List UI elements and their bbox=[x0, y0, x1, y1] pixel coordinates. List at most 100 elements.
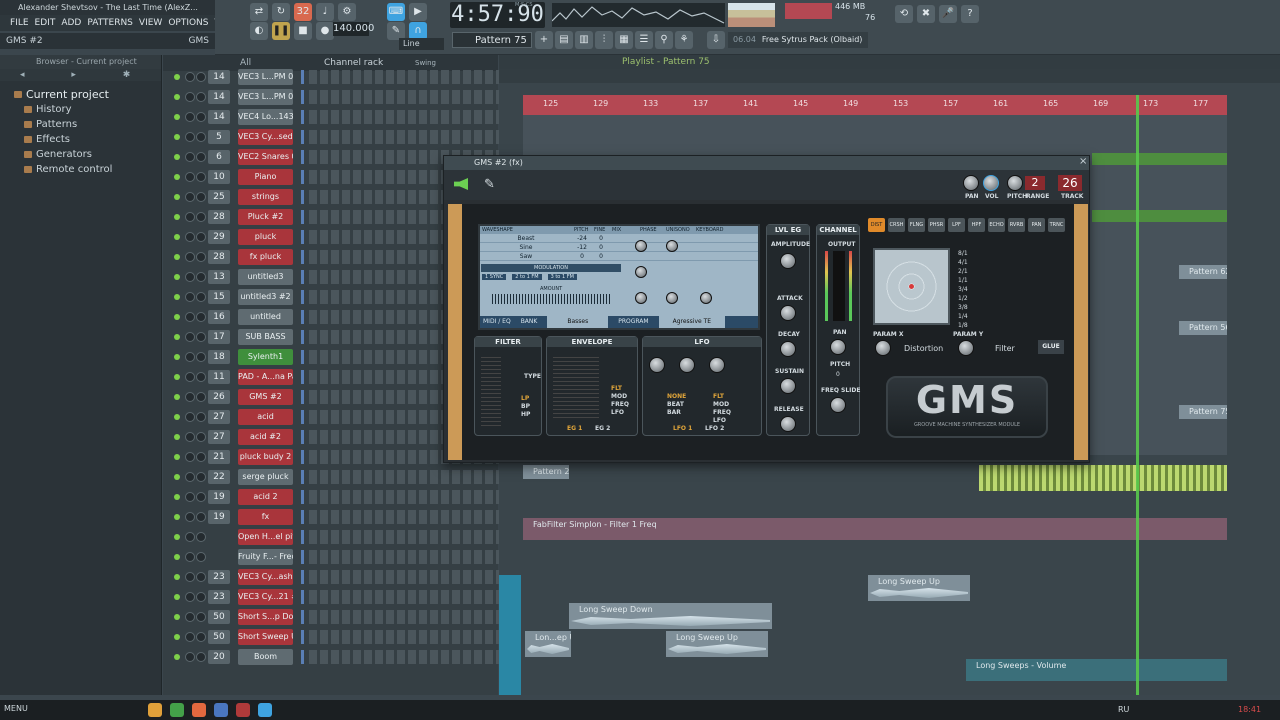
channel-select-bar[interactable] bbox=[301, 550, 304, 564]
channel-step-sequencer[interactable] bbox=[309, 650, 499, 664]
channel-volume-knob[interactable] bbox=[196, 212, 206, 222]
download-icon[interactable]: ⇩ bbox=[707, 31, 725, 49]
channel-row[interactable]: 20 Boom bbox=[163, 647, 499, 667]
channel-name-button[interactable]: VEC4 Lo...143 #2 bbox=[238, 109, 293, 125]
channel-mute-led[interactable] bbox=[174, 314, 180, 320]
online-icon[interactable]: ⟲ bbox=[895, 5, 913, 23]
channel-mute-led[interactable] bbox=[174, 594, 180, 600]
channel-select-bar[interactable] bbox=[301, 310, 304, 324]
fx-x-value[interactable]: Distortion bbox=[904, 344, 943, 353]
channel-volume-knob[interactable] bbox=[196, 272, 206, 282]
pattern-num-badge[interactable]: 32 bbox=[294, 3, 312, 21]
channel-volume-knob[interactable] bbox=[196, 532, 206, 542]
channel-name-button[interactable]: serge pluck bbox=[238, 469, 293, 485]
fx-tab-rvrb[interactable]: RVRB bbox=[1008, 218, 1025, 232]
osc-fine[interactable]: 0 bbox=[592, 243, 610, 251]
channel-row[interactable]: 50 Short S...p Down bbox=[163, 607, 499, 627]
fx-tab-trnc[interactable]: TRNC bbox=[1048, 218, 1065, 232]
channel-name-button[interactable]: VEC3 Cy...sed 33 bbox=[238, 129, 293, 145]
fx-tab-lpf[interactable]: LPF bbox=[948, 218, 965, 232]
channel-name-button[interactable]: pluck bbox=[238, 229, 293, 245]
channel-pan-knob[interactable] bbox=[185, 112, 195, 122]
channel-pan-knob[interactable] bbox=[185, 212, 195, 222]
channel-mixer-track[interactable]: 10 bbox=[208, 170, 230, 184]
sustain-knob[interactable] bbox=[780, 378, 796, 394]
channel-mixer-track[interactable]: 25 bbox=[208, 190, 230, 204]
tempo-display[interactable]: 140.000 bbox=[333, 22, 374, 36]
channel-row[interactable]: 50 Short Sweep Up bbox=[163, 627, 499, 647]
channel-mixer-track[interactable]: 21 bbox=[208, 450, 230, 464]
freq-slide-knob[interactable] bbox=[830, 397, 846, 413]
channel-select-bar[interactable] bbox=[301, 430, 304, 444]
channel-mixer-track[interactable]: 17 bbox=[208, 330, 230, 344]
midi-eq-tab[interactable]: MIDI / EQ bbox=[483, 316, 511, 328]
news-hint[interactable]: 06.04 Free Sytrus Pack (Olbaid) bbox=[728, 32, 868, 48]
channel-mixer-track[interactable]: 28 bbox=[208, 250, 230, 264]
lfo-rate-knob[interactable] bbox=[649, 357, 665, 373]
channel-mute-led[interactable] bbox=[174, 474, 180, 480]
speaker-icon[interactable] bbox=[454, 178, 468, 190]
channel-select-bar[interactable] bbox=[301, 510, 304, 524]
channel-select-bar[interactable] bbox=[301, 410, 304, 424]
pan-knob[interactable] bbox=[963, 175, 979, 191]
channel-pan-knob[interactable] bbox=[185, 472, 195, 482]
channel-select-bar[interactable] bbox=[301, 590, 304, 604]
step-edit-icon[interactable]: ▶ bbox=[409, 3, 427, 21]
channel-mute-led[interactable] bbox=[174, 194, 180, 200]
channel-name-button[interactable]: Sylenth1 bbox=[238, 349, 293, 365]
stop-button[interactable]: ■ bbox=[294, 22, 312, 40]
channel-select-bar[interactable] bbox=[301, 630, 304, 644]
channel-pan-knob[interactable] bbox=[185, 532, 195, 542]
channel-pan-knob[interactable] bbox=[185, 192, 195, 202]
channel-mute-led[interactable] bbox=[174, 654, 180, 660]
channel-name-button[interactable]: VEC3 L...PM 094 bbox=[238, 69, 293, 85]
channel-select-bar[interactable] bbox=[301, 570, 304, 584]
fx-tab-echo[interactable]: ECHO bbox=[988, 218, 1005, 232]
channel-volume-knob[interactable] bbox=[196, 512, 206, 522]
lfo-sync-none[interactable]: NONE bbox=[667, 393, 686, 401]
osc-pitch[interactable]: -24 bbox=[572, 234, 592, 242]
start-menu-button[interactable]: MENU bbox=[4, 704, 28, 713]
channel-mixer-track[interactable]: 18 bbox=[208, 350, 230, 364]
channel-pan-knob[interactable] bbox=[185, 512, 195, 522]
bank-select[interactable]: Basses bbox=[547, 316, 609, 328]
channel-pan-knob[interactable] bbox=[185, 432, 195, 442]
pitch-knob[interactable] bbox=[1007, 175, 1023, 191]
channel-volume-knob[interactable] bbox=[196, 352, 206, 362]
channel-volume-knob[interactable] bbox=[196, 72, 206, 82]
channel-mute-led[interactable] bbox=[174, 634, 180, 640]
lfo-dest-mod[interactable]: MOD bbox=[713, 401, 731, 409]
menu-item-file[interactable]: FILE bbox=[10, 15, 29, 31]
lfo-amount-knob[interactable] bbox=[679, 357, 695, 373]
osc2-phase-knob[interactable] bbox=[666, 240, 678, 252]
channel-pan-knob[interactable] bbox=[185, 612, 195, 622]
timeline-ruler[interactable]: 125 129 133 137 141 145 149 153 157 161 165 169 173 1… bbox=[523, 95, 1227, 115]
modulation-option[interactable]: 1 SYNC bbox=[482, 274, 507, 280]
channel-volume-knob[interactable] bbox=[196, 172, 206, 182]
lfo-dest-lfo[interactable]: LFO bbox=[713, 417, 731, 425]
menu-item-view[interactable]: VIEW bbox=[139, 15, 162, 31]
channel-mixer-track[interactable]: 16 bbox=[208, 310, 230, 324]
channel-mixer-track[interactable]: 22 bbox=[208, 470, 230, 484]
channel-name-button[interactable]: Piano bbox=[238, 169, 293, 185]
channel-select-bar[interactable] bbox=[301, 290, 304, 304]
channel-pan-knob[interactable] bbox=[185, 232, 195, 242]
lfo-rate-option[interactable]: 2/1 bbox=[958, 268, 968, 277]
osc-wave[interactable]: Saw bbox=[480, 252, 572, 260]
channel-select-bar[interactable] bbox=[301, 650, 304, 664]
channel-select-bar[interactable] bbox=[301, 350, 304, 364]
tools-icon[interactable]: ✖ bbox=[917, 5, 935, 23]
channel-mixer-track[interactable]: 50 bbox=[208, 610, 230, 624]
channel-volume-knob[interactable] bbox=[196, 152, 206, 162]
fx-y-value[interactable]: Filter bbox=[995, 344, 1015, 353]
channel-mute-led[interactable] bbox=[174, 74, 180, 80]
channel-step-sequencer[interactable] bbox=[309, 630, 499, 644]
channel-name-button[interactable]: GMS #2 bbox=[238, 389, 293, 405]
release-knob[interactable] bbox=[780, 416, 796, 432]
filter-mode-lp[interactable]: LP bbox=[521, 395, 530, 403]
envelope-sliders[interactable] bbox=[553, 357, 599, 421]
channel-volume-knob[interactable] bbox=[196, 132, 206, 142]
browser-item-current-project[interactable]: Current project bbox=[0, 87, 161, 102]
channel-name-button[interactable]: untitled bbox=[238, 309, 293, 325]
channel-mixer-track[interactable]: 26 bbox=[208, 390, 230, 404]
